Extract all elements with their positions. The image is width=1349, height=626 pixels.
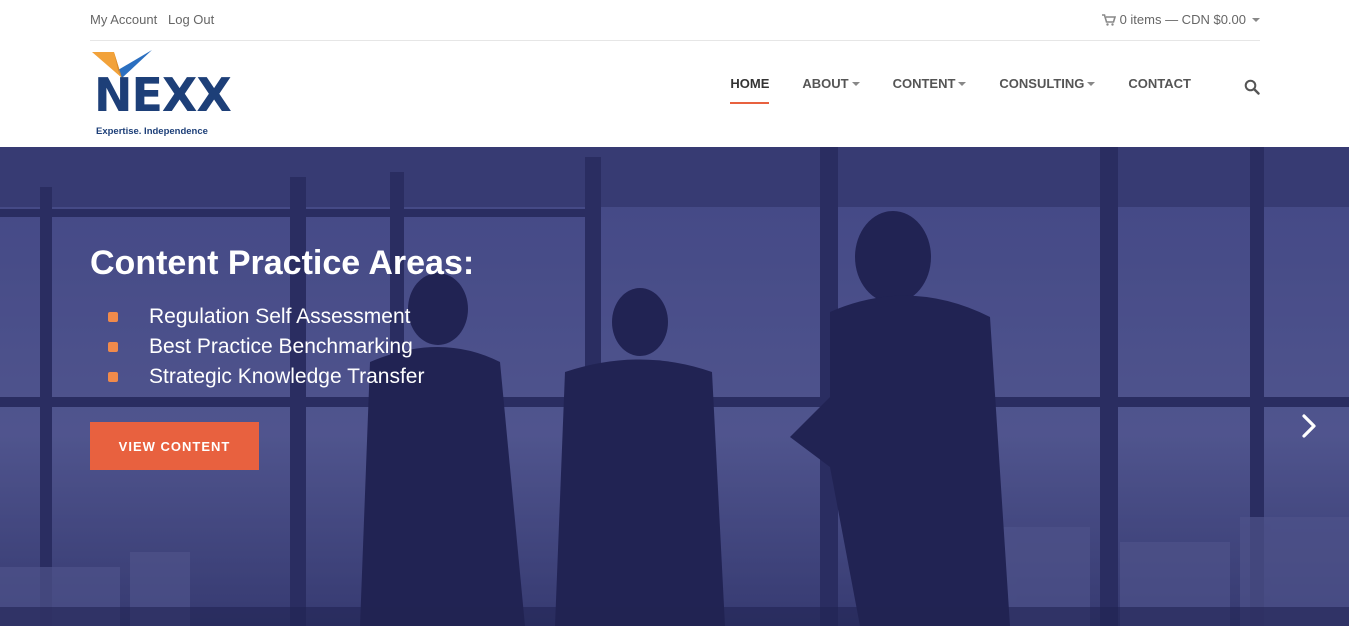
chevron-down-icon — [851, 82, 860, 86]
nav-item-home[interactable]: HOME — [730, 76, 782, 104]
list-item: Best Practice Benchmarking — [108, 332, 424, 362]
hero-title: Content Practice Areas: — [90, 244, 475, 282]
bullet-text: Best Practice Benchmarking — [149, 335, 413, 358]
list-item: Strategic Knowledge Transfer — [108, 362, 424, 392]
hero-slider: Content Practice Areas: Regulation Self … — [0, 147, 1349, 626]
cart-icon — [1101, 13, 1116, 26]
my-account-link[interactable]: My Account — [90, 12, 157, 27]
logo-tagline: Expertise. Independence — [96, 126, 208, 137]
top-bar: My Account Log Out 0 items — CDN $0.00 — [90, 0, 1260, 41]
nav-item-about[interactable]: ABOUT — [802, 76, 872, 104]
chevron-down-icon — [958, 82, 967, 86]
view-content-button[interactable]: VIEW CONTENT — [90, 422, 259, 470]
bullet-icon — [108, 342, 118, 352]
nav-item-consulting[interactable]: CONSULTING — [999, 76, 1108, 104]
log-out-link[interactable]: Log Out — [168, 12, 214, 27]
cart-summary[interactable]: 0 items — CDN $0.00 — [1101, 12, 1260, 27]
nav-item-label: CONTACT — [1128, 76, 1191, 91]
nav-item-content[interactable]: CONTENT — [893, 76, 980, 104]
logo-wordmark: NEXX — [94, 68, 232, 122]
list-item: Regulation Self Assessment — [108, 302, 424, 332]
hero-bullet-list: Regulation Self Assessment Best Practice… — [108, 302, 424, 392]
nav-item-contact[interactable]: CONTACT — [1128, 76, 1204, 104]
main-nav: HOME ABOUT CONTENT CONSULTING CONTACT — [710, 76, 1260, 104]
nav-item-label: CONSULTING — [999, 76, 1085, 91]
chevron-down-icon — [1087, 82, 1096, 86]
search-icon[interactable] — [1244, 79, 1260, 95]
bullet-icon — [108, 372, 118, 382]
chevron-down-icon — [1252, 17, 1260, 22]
nav-item-label: CONTENT — [892, 76, 956, 91]
bullet-text: Regulation Self Assessment — [149, 305, 411, 328]
site-logo[interactable]: NEXX Expertise. Independence — [90, 48, 240, 142]
bullet-text: Strategic Knowledge Transfer — [149, 365, 425, 388]
bullet-icon — [108, 312, 118, 322]
nav-item-label: HOME — [730, 76, 770, 91]
nav-item-label: ABOUT — [802, 76, 849, 91]
chevron-right-icon[interactable] — [1298, 413, 1320, 439]
cart-text: 0 items — CDN $0.00 — [1119, 12, 1246, 27]
